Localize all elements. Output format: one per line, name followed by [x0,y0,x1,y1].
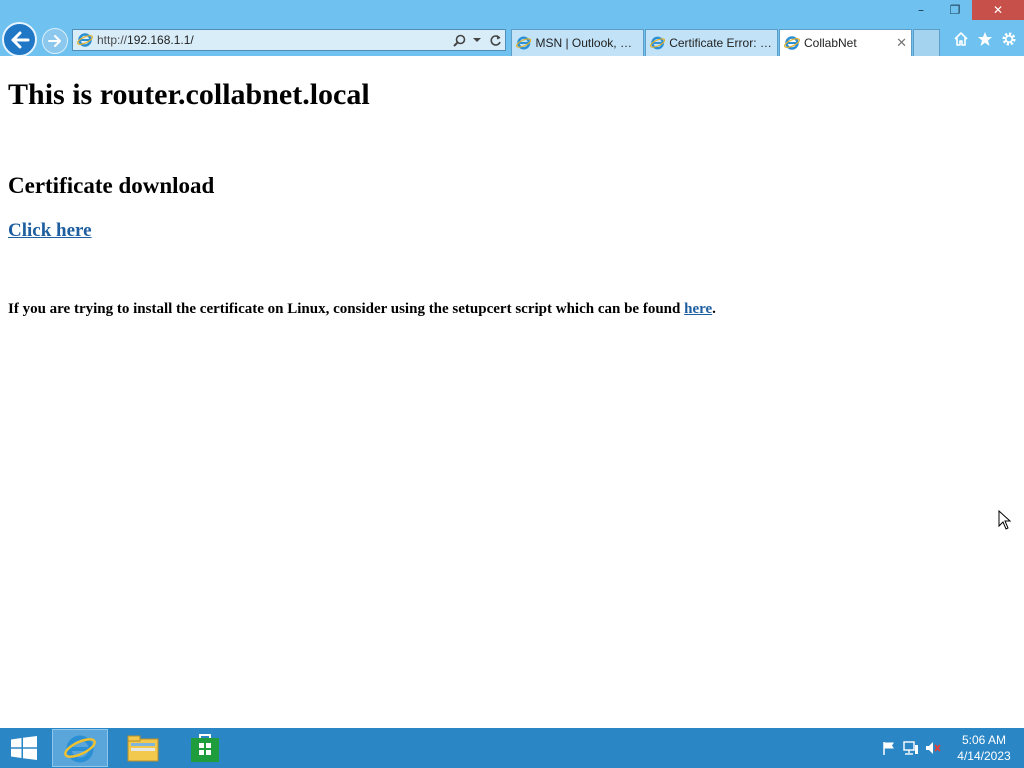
certificate-download-link[interactable]: Click here [8,220,92,242]
restore-button[interactable]: ❐ [938,0,972,20]
network-button[interactable] [900,738,922,758]
volume-button[interactable] [922,738,944,758]
new-tab-button[interactable] [913,29,940,56]
clock[interactable]: 5:06 AM 4/14/2023 [948,732,1020,764]
star-icon [978,32,992,46]
home-icon [954,32,968,46]
tab-certificate-error[interactable]: Certificate Error: N... [645,29,778,56]
taskbar-file-explorer[interactable] [115,729,171,767]
page-content: This is router.collabnet.local Certifica… [0,56,1024,728]
ie-page-icon [784,36,800,50]
forward-arrow-icon [48,35,61,47]
tab-msn[interactable]: MSN | Outlook, Of... [511,29,644,56]
tools-button[interactable] [1000,30,1018,48]
refresh-button[interactable] [487,31,503,49]
back-arrow-icon [11,31,29,48]
url-scheme: http:// [97,33,128,47]
address-dropdown-button[interactable] [469,31,485,49]
ie-page-icon [516,36,532,50]
clock-date: 4/14/2023 [957,749,1011,763]
tab-collabnet[interactable]: CollabNet ✕ [779,29,912,56]
taskbar: 5:06 AM 4/14/2023 [0,728,1024,768]
address-input[interactable]: http://192.168.1.1/ [97,33,451,47]
internet-explorer-icon [64,735,96,763]
certificate-download-heading: Certificate download [8,173,215,198]
start-button[interactable] [8,734,40,762]
flag-icon [883,742,894,755]
page-title: This is router.collabnet.local [8,78,370,111]
taskbar-store[interactable] [177,729,233,767]
favorites-button[interactable] [976,30,994,48]
setupcert-script-link[interactable]: here [684,301,712,317]
browser-chrome: – ❐ ✕ http://192.168.1.1/ MSN | Outlook,… [0,0,1024,57]
clock-time: 5:06 AM [961,733,1007,747]
close-tab-button[interactable]: ✕ [890,35,907,51]
ie-page-icon [650,36,666,50]
mouse-cursor-icon [998,510,1012,530]
minimize-button[interactable]: – [904,0,938,20]
toolbar-right [952,30,1018,48]
tab-strip: MSN | Outlook, Of... Certificate Error: … [511,29,940,56]
folder-icon [127,735,159,762]
taskbar-internet-explorer[interactable] [52,729,108,767]
search-button[interactable] [451,31,467,49]
chevron-down-icon [473,38,481,42]
tab-label: CollabNet [804,36,857,50]
close-window-button[interactable]: ✕ [972,0,1024,20]
network-icon [903,741,918,755]
action-center-button[interactable] [878,738,900,758]
store-icon [191,734,219,762]
speaker-muted-icon [926,742,941,754]
windows-logo-icon [11,736,37,760]
linux-note-end: . [712,301,716,317]
system-tray: 5:06 AM 4/14/2023 [878,728,1024,768]
search-icon [452,34,465,47]
tab-label: Certificate Error: N... [669,36,773,50]
linux-note: If you are trying to install the certifi… [8,301,716,318]
ie-page-icon [77,33,93,47]
linux-note-text: If you are trying to install the certifi… [8,301,685,317]
tab-label: MSN | Outlook, Of... [535,36,639,50]
window-controls: – ❐ ✕ [904,0,1024,20]
forward-button[interactable] [42,28,68,54]
refresh-icon [489,34,501,46]
gear-icon [1002,32,1016,46]
home-button[interactable] [952,30,970,48]
address-bar[interactable]: http://192.168.1.1/ [72,29,506,51]
back-button[interactable] [2,22,37,57]
url-host: 192.168.1.1/ [127,33,194,47]
